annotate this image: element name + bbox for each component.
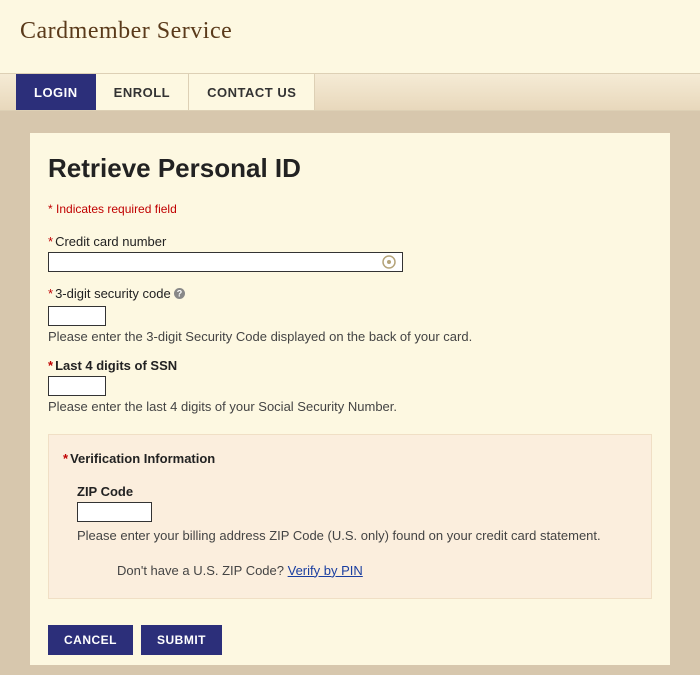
pin-alternative: Don't have a U.S. ZIP Code? Verify by PI… [117, 563, 637, 578]
verification-section: *Verification Information ZIP Code Pleas… [48, 434, 652, 599]
form-panel: Retrieve Personal ID * Indicates require… [30, 133, 670, 665]
ssn-label: *Last 4 digits of SSN [48, 358, 652, 373]
verification-title: *Verification Information [63, 451, 637, 466]
tab-enroll[interactable]: ENROLL [96, 74, 189, 110]
zip-label: ZIP Code [77, 484, 637, 499]
zip-input[interactable] [77, 502, 152, 522]
cvv-label: *3-digit security code? [48, 286, 652, 303]
ssn-help-text: Please enter the last 4 digits of your S… [48, 399, 652, 414]
verify-by-pin-link[interactable]: Verify by PIN [288, 563, 363, 578]
page-title: Retrieve Personal ID [48, 153, 652, 184]
cvv-help-text: Please enter the 3-digit Security Code d… [48, 329, 652, 344]
cc-label: *Credit card number [48, 234, 652, 249]
cancel-button[interactable]: CANCEL [48, 625, 133, 655]
ssn-input[interactable] [48, 376, 106, 396]
help-icon[interactable]: ? [173, 287, 186, 303]
credit-card-input[interactable] [48, 252, 403, 272]
brand-title: Cardmember Service [20, 18, 680, 45]
nav-bar: LOGIN ENROLL CONTACT US [0, 73, 700, 111]
submit-button[interactable]: SUBMIT [141, 625, 222, 655]
tab-contact-us[interactable]: CONTACT US [189, 74, 315, 110]
zip-help-text: Please enter your billing address ZIP Co… [77, 528, 637, 543]
tab-login[interactable]: LOGIN [16, 74, 96, 110]
required-field-note: * Indicates required field [48, 202, 652, 216]
keychain-icon [381, 254, 397, 270]
security-code-input[interactable] [48, 306, 106, 326]
svg-text:?: ? [176, 288, 182, 298]
